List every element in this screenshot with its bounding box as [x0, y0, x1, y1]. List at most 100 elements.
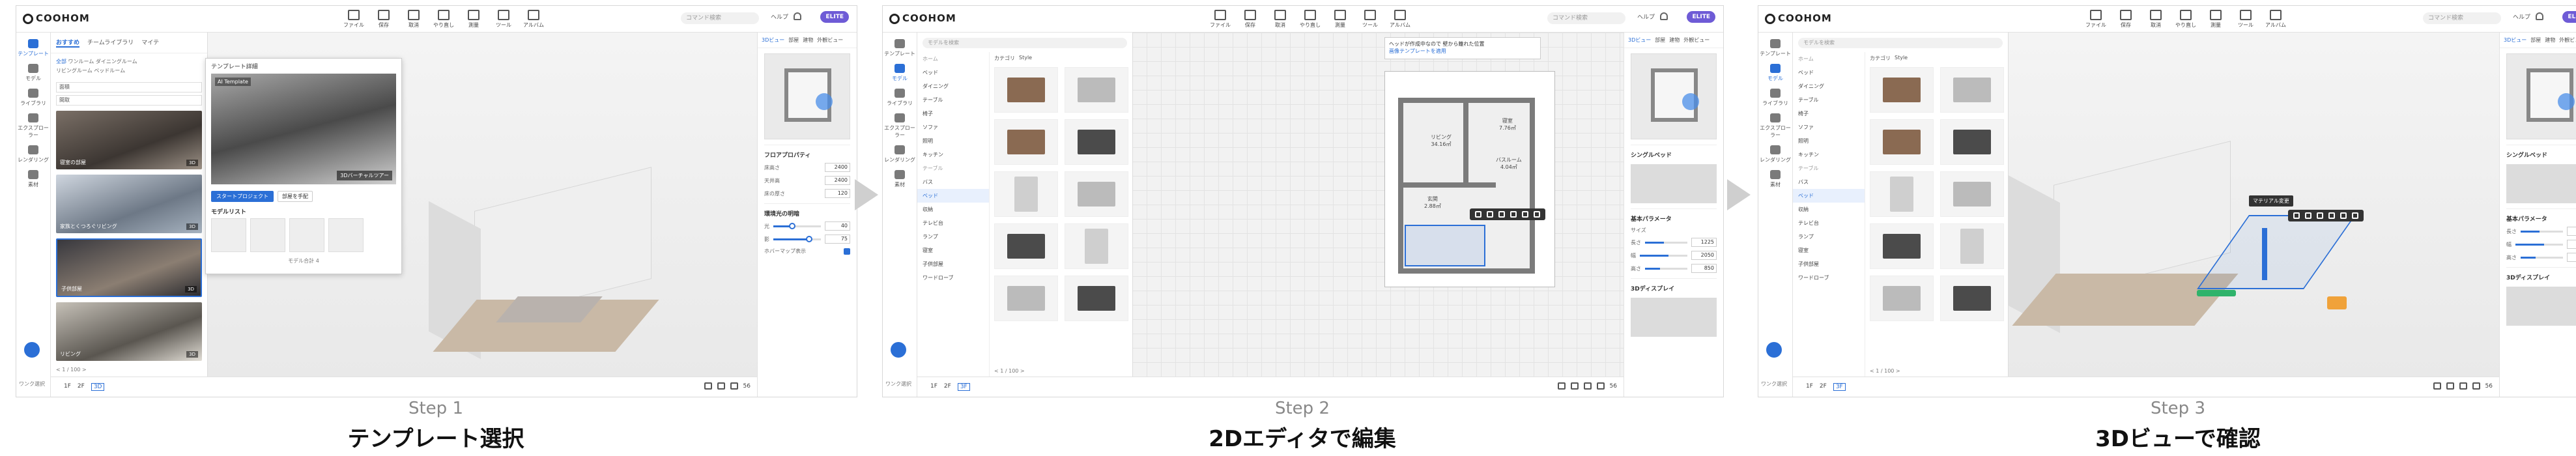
category-item[interactable]: ワードローブ: [1793, 271, 1865, 285]
filter-bedroom[interactable]: ベッドルーム: [94, 68, 125, 74]
tool-album[interactable]: アルバム: [1388, 8, 1412, 29]
tool-measure[interactable]: 測量: [2204, 8, 2227, 29]
help-link[interactable]: ヘルプ: [771, 12, 788, 21]
category-item[interactable]: 照明: [1793, 134, 1865, 148]
model-card[interactable]: [1940, 119, 2004, 165]
layout-select[interactable]: 間取: [56, 95, 202, 106]
tab-room[interactable]: 部屋: [1655, 36, 1665, 44]
command-search-input[interactable]: コマンド検索: [1547, 12, 1625, 24]
tab-building[interactable]: 建物: [2545, 36, 2555, 44]
floor-plan[interactable]: リビング 34.16㎡ 寝室 7.76㎡ バスルーム 4.04㎡ 玄関 2.88㎡: [1384, 71, 1555, 287]
rail-item-template[interactable]: テンプレート: [1758, 39, 1792, 57]
rail-footer[interactable]: ワンク選択: [1761, 380, 1787, 388]
rotate-icon[interactable]: [1487, 211, 1493, 218]
tab-3d-view[interactable]: 3Dビュー: [1628, 36, 1651, 44]
tab-room[interactable]: 部屋: [788, 36, 799, 44]
minimap[interactable]: [2506, 53, 2576, 139]
camera-cone-icon[interactable]: [2558, 93, 2575, 110]
rail-item-explorer[interactable]: エクスプローラー: [1758, 113, 1792, 139]
category-item[interactable]: ダイニング: [917, 79, 989, 93]
category-item[interactable]: バス: [1793, 175, 1865, 189]
floor-1f[interactable]: 1F: [64, 383, 71, 391]
tool-redo[interactable]: やり直し: [1298, 8, 1322, 29]
catalog-pager[interactable]: < 1 / 100 >: [1870, 368, 1900, 374]
height-input[interactable]: 850: [1691, 264, 1717, 273]
minimap[interactable]: [1631, 53, 1717, 139]
model-card[interactable]: [1940, 223, 2004, 269]
move-z-handle[interactable]: [2262, 228, 2267, 280]
start-project-button[interactable]: スタートプロジェクト: [211, 191, 274, 202]
category-item[interactable]: ソファ: [917, 121, 989, 134]
material-change-tag[interactable]: マテリアル変更: [2249, 195, 2293, 207]
hover-map-checkbox[interactable]: [844, 248, 850, 255]
model-thumb[interactable]: [289, 218, 324, 252]
category-item-selected[interactable]: ベッド: [917, 189, 989, 203]
tab-3d-view[interactable]: 3Dビュー: [762, 36, 784, 44]
selected-bed-outline[interactable]: [1405, 225, 1485, 266]
virtual-tour-button[interactable]: 3Dバーチャルツアー: [337, 171, 392, 180]
copy-icon[interactable]: [2317, 212, 2323, 219]
rail-item-render[interactable]: レンダリング: [1758, 145, 1792, 164]
model-card[interactable]: [1940, 67, 2004, 113]
tool-undo[interactable]: 取消: [1268, 8, 1292, 29]
tab-mine[interactable]: マイテ: [141, 38, 159, 48]
tool-file[interactable]: ファイル: [342, 8, 365, 29]
tab-exterior[interactable]: 外観ビュー: [817, 36, 843, 44]
app-logo[interactable]: COOHOM: [1765, 12, 1832, 24]
category-item[interactable]: 収納: [1793, 203, 1865, 216]
bell-icon[interactable]: [794, 12, 801, 20]
tool-album[interactable]: アルバム: [522, 8, 545, 29]
category-item[interactable]: 照明: [917, 134, 989, 148]
light-slider[interactable]: [773, 222, 821, 229]
slider-knob[interactable]: [789, 222, 796, 229]
move-icon[interactable]: [1475, 211, 1481, 218]
fit-view-icon[interactable]: [717, 382, 725, 390]
filter-one-room[interactable]: ワンルーム: [68, 59, 94, 64]
tab-building[interactable]: 建物: [1669, 36, 1680, 44]
fit-view-icon[interactable]: [2459, 382, 2467, 390]
model-card[interactable]: [1065, 119, 1128, 165]
light-value[interactable]: 40: [825, 221, 850, 231]
floor-3f[interactable]: 3F: [1833, 383, 1846, 391]
layers-icon[interactable]: [1570, 382, 1579, 390]
model-card[interactable]: [1065, 223, 1128, 269]
rail-item-library[interactable]: ライブラリ: [16, 89, 50, 107]
category-item[interactable]: テレビ台: [917, 216, 989, 230]
move-x-handle[interactable]: [2197, 290, 2236, 296]
category-item[interactable]: ホーム: [917, 52, 989, 66]
tool-measure[interactable]: 測量: [1328, 8, 1352, 29]
rail-item-explorer[interactable]: エクスプローラー: [16, 113, 50, 139]
model-card[interactable]: [1065, 276, 1128, 321]
length-slider[interactable]: [2521, 230, 2563, 233]
template-preview-image[interactable]: AI Template 3Dバーチャルツアー: [211, 74, 396, 184]
height-input[interactable]: 850: [2567, 253, 2576, 262]
template-card[interactable]: 家族とくつろぐリビング 3D: [56, 175, 202, 233]
category-item[interactable]: 寝室: [1793, 244, 1865, 257]
model-card[interactable]: [1940, 276, 2004, 321]
model-card[interactable]: [994, 223, 1058, 269]
category-item[interactable]: キッチン: [917, 148, 989, 162]
category-item[interactable]: 寝室: [917, 244, 989, 257]
rail-item-template[interactable]: テンプレート: [883, 39, 917, 57]
camera-cone-icon[interactable]: [816, 93, 833, 110]
category-item[interactable]: 椅子: [917, 107, 989, 121]
category-item[interactable]: ソファ: [1793, 121, 1865, 134]
tool-save[interactable]: 保存: [1238, 8, 1262, 29]
length-input[interactable]: 1225: [2567, 227, 2576, 236]
help-link[interactable]: ヘルプ: [2513, 12, 2530, 21]
template-card[interactable]: リビング 3D: [56, 302, 202, 361]
style-filter[interactable]: Style: [1019, 55, 1032, 62]
rail-item-model[interactable]: モデル: [16, 64, 50, 82]
lock-icon[interactable]: [1557, 382, 1566, 390]
lock-icon[interactable]: [2433, 382, 2441, 390]
room-3d-model[interactable]: [2008, 141, 2242, 334]
room-label[interactable]: リビング 34.16㎡: [1431, 134, 1452, 148]
delete-icon[interactable]: [2352, 212, 2358, 219]
tool-save[interactable]: 保存: [372, 8, 395, 29]
tool-redo[interactable]: やり直し: [2174, 8, 2197, 29]
3d-display-preview[interactable]: [2506, 287, 2576, 326]
rail-item-template[interactable]: テンプレート: [16, 39, 50, 57]
rail-item-explorer[interactable]: エクスプローラー: [883, 113, 917, 139]
category-filter[interactable]: カテゴリ: [994, 55, 1015, 62]
floor-height-input[interactable]: 2400: [825, 163, 850, 172]
